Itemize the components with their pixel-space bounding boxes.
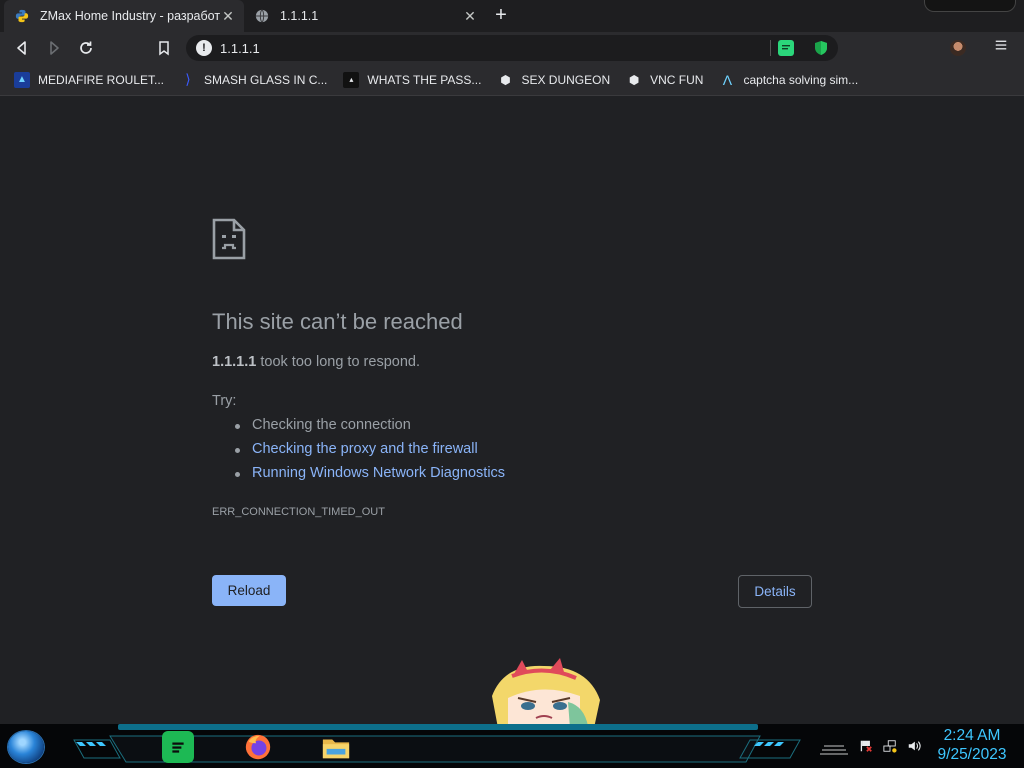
reload-toolbar-button[interactable] [74, 36, 98, 60]
tab-zmax[interactable]: ZMax Home Industry - разработк ✕ [4, 0, 244, 32]
start-button[interactable] [8, 731, 44, 763]
suggestions-list: Checking the connection Checking the pro… [234, 417, 505, 489]
bookmark-vnc-fun[interactable]: ⬢ VNC FUN [624, 68, 711, 92]
clock-date: 9/25/2023 [937, 746, 1007, 763]
bookmark-label: captcha solving sim... [743, 72, 859, 87]
firefox-taskbar-button[interactable] [242, 731, 274, 763]
bookmark-mediafire[interactable]: ▲ MEDIAFIRE ROULET... [12, 68, 172, 92]
anime-mascot-image [492, 658, 600, 728]
volume-icon[interactable] [906, 739, 922, 755]
file-explorer-icon [322, 739, 350, 759]
chat-extension-icon[interactable] [778, 40, 794, 56]
badge-icon: ⬢ [628, 72, 640, 87]
taskbar-accent-strip [118, 724, 758, 730]
lock-icon: ▴ [343, 71, 360, 88]
globe-favicon-icon [254, 8, 270, 24]
bookmark-label: SEX DUNGEON [521, 72, 611, 87]
sad-page-icon [212, 218, 246, 260]
suggestion-check-connection: Checking the connection [234, 417, 505, 441]
bookmark-label: SMASH GLASS IN C... [204, 72, 328, 87]
bookmarks-bar: ▲ MEDIAFIRE ROULET... ⟩ SMASH GLASS IN C… [0, 64, 1024, 96]
try-label: Try: [212, 393, 237, 409]
system-clock[interactable]: 2:24 AM 9/25/2023 [930, 726, 1014, 764]
python-favicon-icon [14, 8, 30, 24]
mediafire-icon: ▲ [14, 71, 30, 88]
new-tab-button[interactable]: + [490, 5, 512, 27]
bookmark-icon [159, 41, 169, 56]
bookmark-page-button[interactable] [152, 36, 176, 60]
suggestion-network-diagnostics-link[interactable]: Running Windows Network Diagnostics [234, 465, 505, 489]
forward-arrow-icon [50, 41, 59, 55]
tab-1-1-1-1[interactable]: 1.1.1.1 ✕ [244, 0, 486, 32]
firefox-icon [245, 734, 271, 760]
tab-strip: ZMax Home Industry - разработк ✕ 1.1.1.1… [0, 0, 1024, 32]
shield-extension-icon[interactable] [813, 40, 829, 56]
close-tab-icon[interactable]: ✕ [462, 8, 478, 24]
spotify-icon [172, 742, 184, 753]
bookmark-label: VNC FUN [650, 72, 704, 87]
tab-title: 1.1.1.1 [280, 9, 319, 23]
bookmark-smash-glass[interactable]: ⟩ SMASH GLASS IN C... [178, 68, 335, 92]
screen: ZMax Home Industry - разработк ✕ 1.1.1.1… [0, 0, 1024, 768]
profile-avatar[interactable] [950, 40, 966, 56]
address-url[interactable]: 1.1.1.1 [220, 41, 260, 56]
error-description-text: took too long to respond. [256, 354, 420, 370]
bookmark-label: WHATS THE PASS... [367, 72, 482, 87]
error-description: 1.1.1.1 took too long to respond. [212, 354, 420, 370]
bookmark-whats-the-pass[interactable]: ▴ WHATS THE PASS... [341, 68, 489, 92]
tab-title: ZMax Home Industry - разработк [40, 9, 220, 23]
menu-button[interactable] [993, 38, 1009, 56]
error-title: This site can’t be reached [212, 309, 463, 334]
hamburger-menu-icon [995, 40, 1007, 50]
suggestion-check-proxy-link[interactable]: Checking the proxy and the firewall [234, 441, 505, 465]
error-host: 1.1.1.1 [212, 354, 257, 370]
back-arrow-icon [17, 41, 26, 55]
file-explorer-taskbar-button[interactable] [320, 731, 352, 763]
error-code: ERR_CONNECTION_TIMED_OUT [212, 506, 385, 518]
details-button[interactable]: Details [738, 575, 812, 608]
refresh-icon [80, 41, 92, 54]
omnibox-divider [770, 40, 771, 56]
chevron-logo-icon: ⟩ [185, 71, 191, 87]
badge-icon: ⬢ [500, 72, 511, 87]
action-center-flag-icon[interactable] [858, 739, 874, 755]
lambda-icon: Λ [722, 71, 733, 88]
error-page [0, 97, 1024, 724]
address-bar[interactable]: ! 1.1.1.1 [186, 35, 838, 61]
forward-button[interactable] [42, 36, 66, 60]
spotify-taskbar-button[interactable] [162, 731, 194, 763]
bookmark-captcha-solving[interactable]: Λ captcha solving sim... [717, 68, 866, 92]
info-icon[interactable]: ! [196, 40, 212, 56]
window-controls-decoration [924, 0, 1016, 12]
reload-button[interactable]: Reload [212, 575, 286, 606]
clock-time: 2:24 AM [943, 727, 1001, 744]
back-button[interactable] [10, 36, 34, 60]
network-icon[interactable] [882, 739, 898, 755]
close-tab-icon[interactable]: ✕ [220, 8, 236, 24]
bookmark-sex-dungeon[interactable]: ⬢ SEX DUNGEON [495, 68, 618, 92]
bookmark-label: MEDIAFIRE ROULET... [38, 72, 165, 87]
